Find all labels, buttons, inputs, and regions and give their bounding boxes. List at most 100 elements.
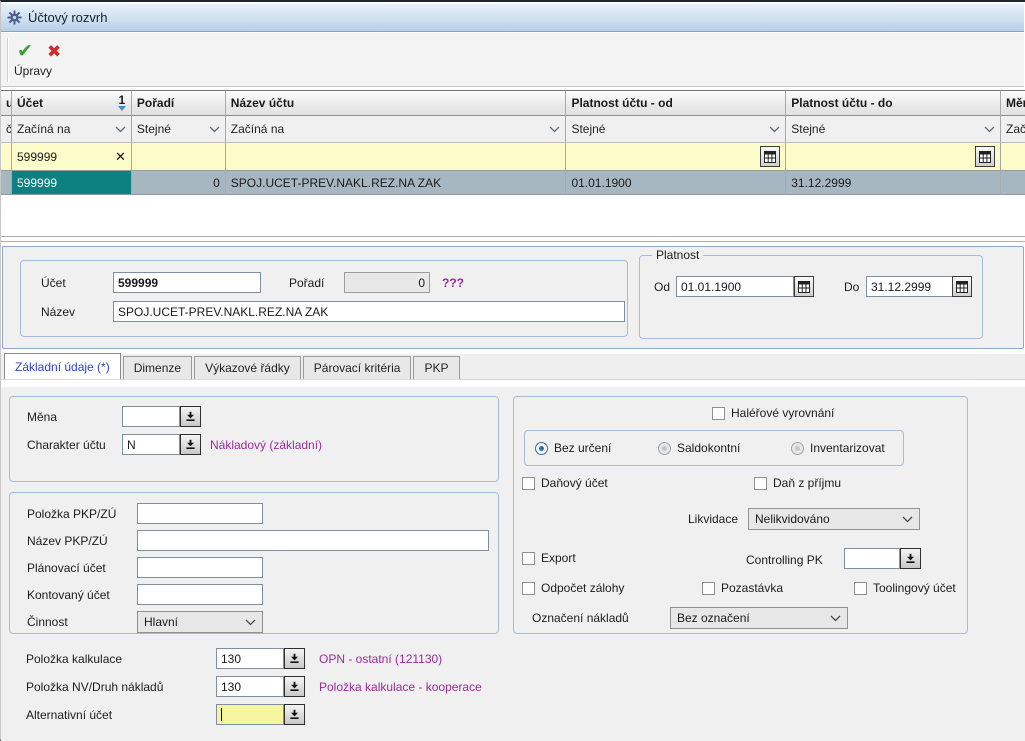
dan-z-prijmu-checkbox[interactable] bbox=[754, 477, 767, 490]
toolbar-separator bbox=[7, 38, 9, 82]
radio-bez-urceni[interactable]: Bez určení bbox=[535, 441, 611, 455]
kontovany-label: Kontovaný účet bbox=[27, 588, 110, 602]
odpocet-checkbox-row[interactable]: Odpočet zálohy bbox=[522, 581, 624, 595]
calendar-picker-button[interactable] bbox=[794, 276, 814, 297]
grid-header-nazev[interactable]: Název účtu bbox=[226, 90, 567, 116]
search-platnost-do-input[interactable] bbox=[786, 143, 1001, 171]
odpocet-checkbox[interactable] bbox=[522, 582, 535, 595]
likvidace-select[interactable]: Nelikvidováno bbox=[748, 508, 920, 530]
danovy-checkbox-row[interactable]: Daňový účet bbox=[522, 476, 608, 490]
grid-header-ucet[interactable]: Účet 1 bbox=[12, 90, 132, 116]
export-checkbox[interactable] bbox=[522, 552, 535, 565]
filter-sliver[interactable]: č bbox=[1, 116, 12, 143]
row-nazev-cell[interactable]: SPOJ.UCET-PREV.NAKL.REZ.NA ZAK bbox=[226, 171, 567, 195]
cinnost-select[interactable]: Hlavní bbox=[137, 611, 263, 633]
halerove-checkbox[interactable] bbox=[712, 407, 725, 420]
accounts-grid: u Účet 1 Pořadí Název účtu Platnost účtu… bbox=[1, 90, 1025, 195]
table-row[interactable]: 599999 0 SPOJ.UCET-PREV.NAKL.REZ.NA ZAK … bbox=[1, 171, 1025, 195]
confirm-check-icon[interactable]: ✔ bbox=[17, 40, 33, 63]
search-platnost-od-input[interactable] bbox=[566, 143, 786, 171]
toolingovy-checkbox-row[interactable]: Toolingový účet bbox=[854, 581, 956, 595]
record-detail-panel: Účet 599999 Pořadí 0 ??? Název SPOJ.UCET… bbox=[2, 246, 1024, 349]
charakter-picker-button[interactable] bbox=[180, 434, 201, 455]
account-groupbox: Účet 599999 Pořadí 0 ??? Název SPOJ.UCET… bbox=[20, 260, 628, 337]
search-sliver[interactable] bbox=[1, 143, 12, 171]
row-platnost-do-cell[interactable]: 31.12.2999 bbox=[786, 171, 1001, 195]
row-ucet-cell[interactable]: 599999 bbox=[12, 171, 132, 195]
grid-header-platnost-od[interactable]: Platnost účtu - od bbox=[566, 90, 786, 116]
calendar-picker-button[interactable] bbox=[975, 146, 995, 167]
radio-disabled-icon[interactable] bbox=[791, 442, 804, 455]
search-poradi-input[interactable] bbox=[132, 143, 226, 171]
platnost-od-input[interactable]: 01.01.1900 bbox=[676, 276, 794, 297]
search-mena-input[interactable] bbox=[1001, 143, 1025, 171]
horizontal-splitter[interactable] bbox=[1, 241, 1025, 242]
tab-parovaci-kriteria[interactable]: Párovací kritéria bbox=[303, 356, 412, 379]
polozka-nv-label: Položka NV/Druh nákladů bbox=[26, 680, 163, 694]
filter-mena[interactable]: Začíná na bbox=[1001, 116, 1025, 143]
nazev-input[interactable]: SPOJ.UCET-PREV.NAKL.REZ.NA ZAK bbox=[113, 301, 625, 322]
cancel-x-icon[interactable]: ✖ bbox=[47, 42, 61, 62]
tab-vykazove-radky[interactable]: Výkazové řádky bbox=[194, 356, 301, 379]
radio-saldokontni[interactable]: Saldokontní bbox=[658, 441, 740, 455]
ucet-input[interactable]: 599999 bbox=[113, 272, 261, 293]
planovaci-input[interactable] bbox=[137, 557, 263, 578]
tab-dimenze[interactable]: Dimenze bbox=[123, 356, 192, 379]
dan-z-prijmu-checkbox-row[interactable]: Daň z příjmu bbox=[754, 476, 841, 490]
danovy-checkbox[interactable] bbox=[522, 477, 535, 490]
filter-poradi[interactable]: Stejné bbox=[132, 116, 226, 143]
grid-header-platnost-do[interactable]: Platnost účtu - do bbox=[786, 90, 1001, 116]
radio-inventarizovat[interactable]: Inventarizovat bbox=[791, 441, 885, 455]
lookup-arrow-icon bbox=[185, 439, 196, 450]
kontovany-input[interactable] bbox=[137, 584, 263, 605]
export-checkbox-row[interactable]: Export bbox=[522, 551, 576, 565]
nazev-pkp-label: Název PKP/ZÚ bbox=[27, 534, 108, 548]
polozka-kalkulace-input[interactable]: 130 bbox=[216, 648, 284, 669]
platnost-do-input[interactable]: 31.12.2999 bbox=[866, 276, 962, 297]
tab-pkp[interactable]: PKP bbox=[413, 356, 459, 379]
radio-selected-icon[interactable] bbox=[535, 442, 548, 455]
pozastavka-checkbox-row[interactable]: Pozastávka bbox=[702, 581, 783, 595]
polozka-nv-picker-button[interactable] bbox=[284, 676, 305, 697]
calendar-picker-button[interactable] bbox=[760, 146, 780, 167]
pozastavka-checkbox[interactable] bbox=[702, 582, 715, 595]
grid-header-mena[interactable]: Měna bbox=[1001, 90, 1025, 116]
calendar-icon bbox=[956, 281, 968, 293]
row-sliver-cell[interactable] bbox=[1, 171, 12, 195]
search-nazev-input[interactable] bbox=[226, 143, 567, 171]
alternativni-input[interactable] bbox=[216, 704, 284, 725]
chevron-down-icon bbox=[902, 516, 913, 523]
grid-header-poradi[interactable]: Pořadí bbox=[132, 90, 226, 116]
halerove-checkbox-row[interactable]: Haléřové vyrovnání bbox=[712, 406, 834, 420]
polozka-pkp-input[interactable] bbox=[137, 503, 263, 524]
row-poradi-cell[interactable]: 0 bbox=[132, 171, 226, 195]
saldo-radio-groupbox: Bez určení Saldokontní Inventarizovat bbox=[524, 430, 904, 466]
filter-nazev[interactable]: Začíná na bbox=[226, 116, 567, 143]
toolingovy-checkbox[interactable] bbox=[854, 582, 867, 595]
mena-picker-button[interactable] bbox=[180, 406, 201, 427]
nazev-pkp-input[interactable] bbox=[137, 530, 489, 551]
search-ucet-input[interactable]: 599999 ✕ bbox=[12, 143, 132, 171]
horizontal-splitter[interactable] bbox=[1, 236, 1025, 237]
radio-disabled-icon[interactable] bbox=[658, 442, 671, 455]
tab-zakladni-udaje[interactable]: Základní údaje (*) bbox=[4, 353, 121, 379]
row-platnost-od-cell[interactable]: 01.01.1900 bbox=[566, 171, 786, 195]
chevron-down-icon bbox=[769, 126, 780, 133]
polozka-nv-input[interactable]: 130 bbox=[216, 676, 284, 697]
filter-ucet[interactable]: Začíná na bbox=[12, 116, 132, 143]
filter-platnost-od[interactable]: Stejné bbox=[566, 116, 786, 143]
row-mena-cell[interactable] bbox=[1001, 171, 1025, 195]
calendar-picker-button[interactable] bbox=[952, 276, 972, 297]
oznaceni-select[interactable]: Bez označení bbox=[670, 607, 848, 629]
alternativni-picker-button[interactable] bbox=[284, 704, 305, 725]
dan-z-prijmu-label: Daň z příjmu bbox=[773, 476, 841, 490]
controlling-picker-button[interactable] bbox=[900, 548, 921, 569]
mena-input[interactable] bbox=[122, 406, 180, 427]
polozka-kalkulace-picker-button[interactable] bbox=[284, 648, 305, 669]
filter-platnost-do[interactable]: Stejné bbox=[786, 116, 1001, 143]
sort-arrow-icon bbox=[118, 106, 126, 111]
clear-filter-icon[interactable]: ✕ bbox=[115, 149, 126, 165]
charakter-input[interactable]: N bbox=[122, 434, 180, 455]
grid-header-sliver[interactable]: u bbox=[1, 90, 12, 116]
controlling-input[interactable] bbox=[844, 548, 900, 569]
